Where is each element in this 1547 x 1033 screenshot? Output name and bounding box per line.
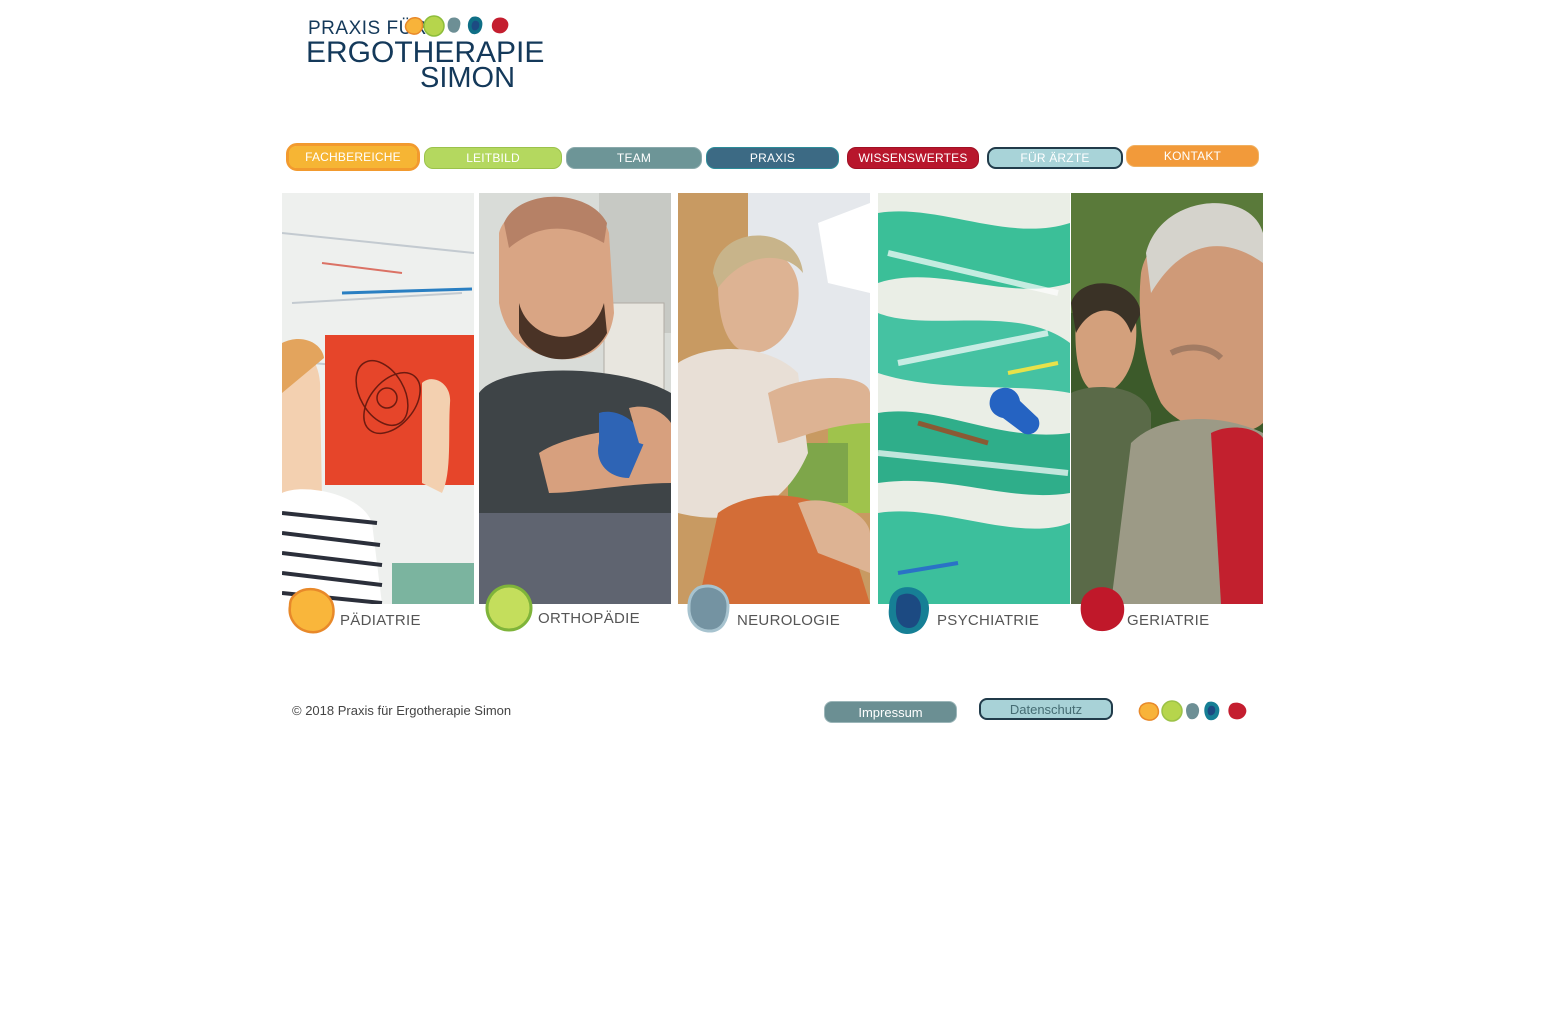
orange-blob-icon bbox=[288, 587, 335, 634]
datenschutz-button[interactable]: Datenschutz bbox=[979, 698, 1113, 720]
category-label: ORTHOPÄDIE bbox=[538, 610, 640, 627]
panel-orthopaedie-photo[interactable] bbox=[479, 193, 671, 604]
nav-fachbereiche[interactable]: FACHBEREICHE bbox=[286, 143, 420, 171]
nav-wissenswertes[interactable]: WISSENSWERTES bbox=[847, 147, 979, 169]
panel-geriatrie-photo[interactable] bbox=[1071, 193, 1263, 604]
category-label: PÄDIATRIE bbox=[340, 612, 421, 629]
nav-team[interactable]: TEAM bbox=[566, 147, 702, 169]
footer-copyright: © 2018 Praxis für Ergotherapie Simon bbox=[292, 703, 512, 718]
nav-leitbild[interactable]: LEITBILD bbox=[424, 147, 562, 169]
green-blob-icon bbox=[485, 584, 533, 632]
category-orthopaedie[interactable]: ORTHOPÄDIE bbox=[484, 584, 674, 640]
fachbereiche-gallery bbox=[282, 193, 1263, 604]
logo-line-simon: SIMON bbox=[420, 62, 516, 94]
panel-paediatrie-photo[interactable] bbox=[282, 193, 474, 604]
nav-fuer-aerzte[interactable]: FÜR ÄRZTE bbox=[987, 147, 1123, 169]
nav-praxis[interactable]: PRAXIS bbox=[706, 147, 839, 169]
nav-fachbereiche-inner: FACHBEREICHE bbox=[289, 146, 417, 168]
category-psychiatrie[interactable]: PSYCHIATRIE bbox=[885, 584, 1075, 640]
red-blob-icon bbox=[1080, 587, 1125, 632]
category-label: NEUROLOGIE bbox=[737, 612, 841, 629]
grey-blue-blob-icon bbox=[687, 584, 730, 633]
category-geriatrie[interactable]: GERIATRIE bbox=[1078, 584, 1263, 640]
footer-color-blobs-icon bbox=[1138, 700, 1247, 722]
panel-psychiatrie-photo[interactable] bbox=[878, 193, 1070, 604]
category-label: PSYCHIATRIE bbox=[937, 612, 1040, 629]
panel-neurologie-photo[interactable] bbox=[678, 193, 870, 604]
fachbereiche-labels: PÄDIATRIE ORTHOPÄDIE NEUROLOGIE PSYCHIAT… bbox=[282, 584, 1263, 640]
impressum-button[interactable]: Impressum bbox=[824, 701, 957, 723]
main-navigation: FACHBEREICHE LEITBILD TEAM PRAXIS WISSEN… bbox=[286, 143, 1262, 173]
nav-kontakt[interactable]: KONTAKT bbox=[1126, 145, 1259, 167]
category-neurologie[interactable]: NEUROLOGIE bbox=[684, 584, 874, 640]
category-label: GERIATRIE bbox=[1127, 612, 1210, 629]
category-paediatrie[interactable]: PÄDIATRIE bbox=[286, 584, 476, 640]
navy-blob-icon bbox=[888, 587, 929, 634]
site-logo[interactable]: PRAXIS FÜR ERGOTHERAPIE SIMON bbox=[306, 14, 544, 94]
